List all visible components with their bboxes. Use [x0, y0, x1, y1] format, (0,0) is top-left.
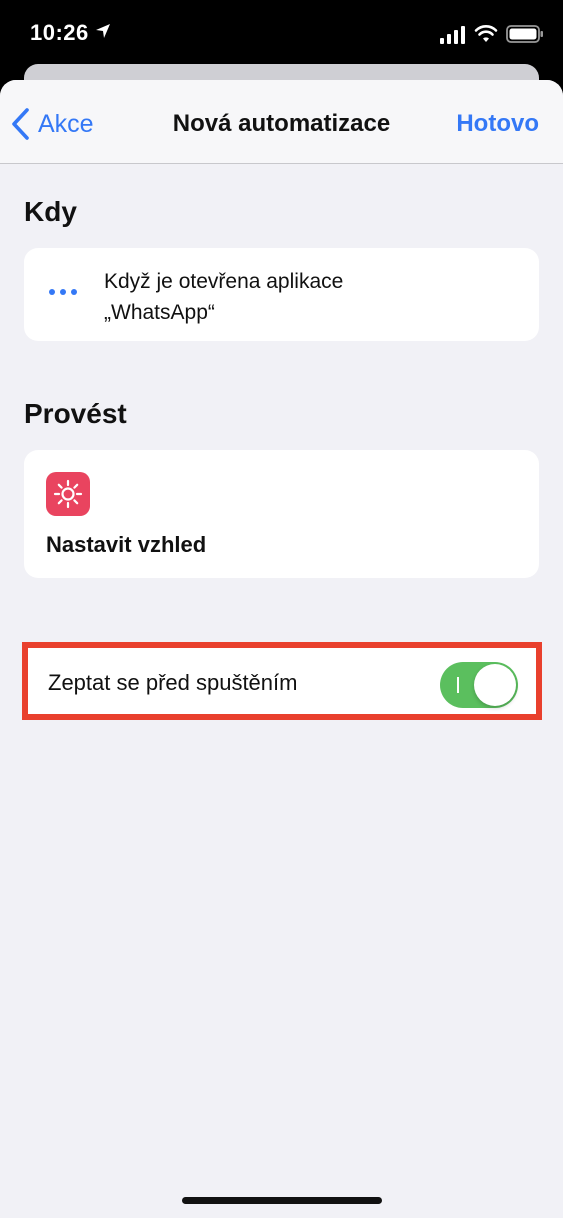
back-button[interactable]: Akce [10, 104, 94, 144]
ellipsis-icon [49, 289, 77, 295]
home-indicator [182, 1197, 382, 1204]
done-button[interactable]: Hotovo [456, 110, 539, 138]
ask-before-running-label: Zeptat se před spuštěním [48, 670, 298, 695]
trigger-card[interactable]: Když je otevřena aplikace „WhatsApp“ [24, 248, 539, 341]
cellular-signal-icon [440, 26, 465, 44]
ask-before-running-row: Zeptat se před spuštěním [22, 642, 542, 720]
ask-before-running-toggle[interactable] [440, 662, 518, 708]
trigger-line-2: „WhatsApp“ [104, 301, 215, 324]
navigation-bar: Akce Nová automatizace Hotovo [0, 80, 563, 164]
location-arrow-icon [96, 24, 110, 38]
sun-icon [53, 479, 83, 509]
action-card[interactable]: Nastavit vzhled [24, 450, 539, 578]
trigger-line-1: Když je otevřena aplikace [104, 270, 344, 293]
chevron-left-icon [12, 108, 29, 140]
section-title-when: Kdy [24, 196, 77, 227]
action-app-icon [46, 472, 90, 516]
status-time: 10:26 [30, 20, 89, 45]
toggle-on-indicator [457, 677, 459, 693]
back-button-label: Akce [38, 109, 94, 138]
toggle-knob [474, 664, 516, 706]
status-bar: 10:26 [0, 0, 563, 70]
trigger-description: Když je otevřena aplikace „WhatsApp“ [104, 266, 504, 328]
wifi-icon [474, 25, 498, 42]
battery-icon [506, 25, 543, 43]
action-label: Nastavit vzhled [46, 532, 207, 557]
automation-sheet: Akce Nová automatizace Hotovo Kdy Když j… [0, 80, 563, 1218]
section-title-do: Provést [24, 398, 127, 429]
